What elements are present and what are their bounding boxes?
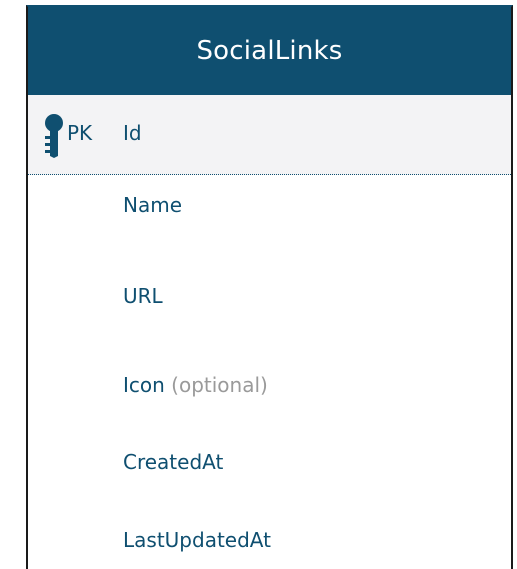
entity-table[interactable]: SocialLinks PK Id Name URL Icon (optiona… <box>26 5 513 569</box>
field-name: LastUpdatedAt <box>123 528 271 552</box>
field-label: Name <box>123 193 183 217</box>
field-row-name[interactable]: Name <box>28 193 511 233</box>
field-name: Name <box>123 193 182 217</box>
pk-marker: PK <box>67 121 93 145</box>
field-label: LastUpdatedAt <box>123 528 271 552</box>
field-name: CreatedAt <box>123 450 223 474</box>
field-row-lastupdatedat[interactable]: LastUpdatedAt <box>28 528 511 568</box>
field-name: Icon (optional) <box>123 373 268 397</box>
field-row-createdat[interactable]: CreatedAt <box>28 450 511 490</box>
field-name: URL <box>123 284 163 308</box>
pk-field-name: Id <box>123 121 142 145</box>
field-row-icon[interactable]: Icon (optional) <box>28 373 511 413</box>
field-label: Icon <box>123 373 165 397</box>
entity-title: SocialLinks <box>196 36 343 66</box>
field-label: URL <box>123 284 163 308</box>
field-label: CreatedAt <box>123 450 224 474</box>
entity-header[interactable]: SocialLinks <box>28 7 511 95</box>
primary-key-row[interactable]: PK Id <box>28 95 511 175</box>
key-icon <box>45 114 63 158</box>
field-optional-note: (optional) <box>164 373 268 397</box>
field-row-url[interactable]: URL <box>28 284 511 324</box>
